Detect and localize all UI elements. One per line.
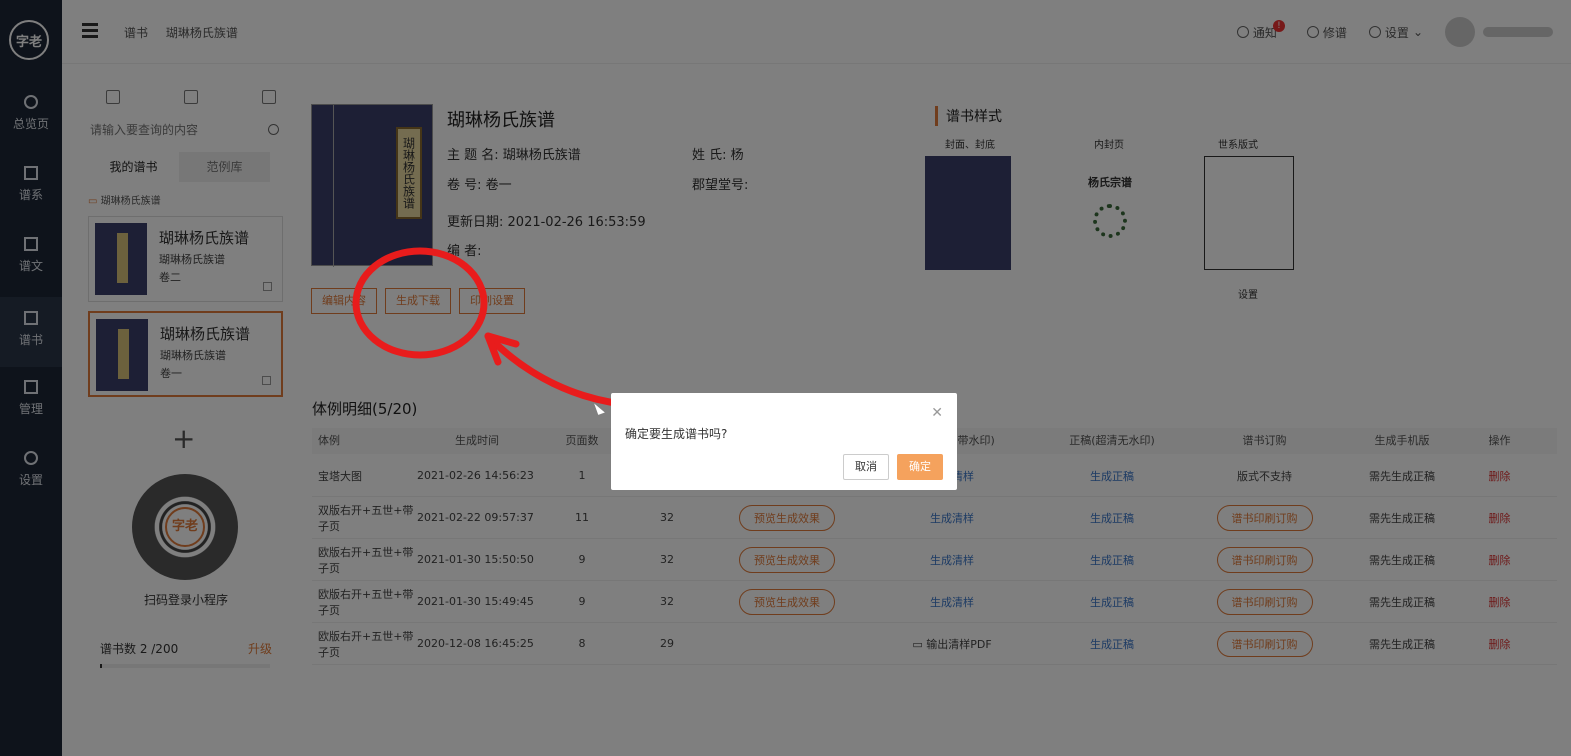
cancel-button[interactable]: 取消 xyxy=(843,454,889,480)
confirm-button[interactable]: 确定 xyxy=(897,454,943,480)
confirm-dialog: 确定要生成谱书吗? ✕ 取消 确定 xyxy=(611,393,957,490)
close-icon[interactable]: ✕ xyxy=(931,405,943,421)
red-annotation xyxy=(352,247,704,409)
dialog-message: 确定要生成谱书吗? xyxy=(625,427,728,441)
annotation-circle xyxy=(352,247,488,359)
